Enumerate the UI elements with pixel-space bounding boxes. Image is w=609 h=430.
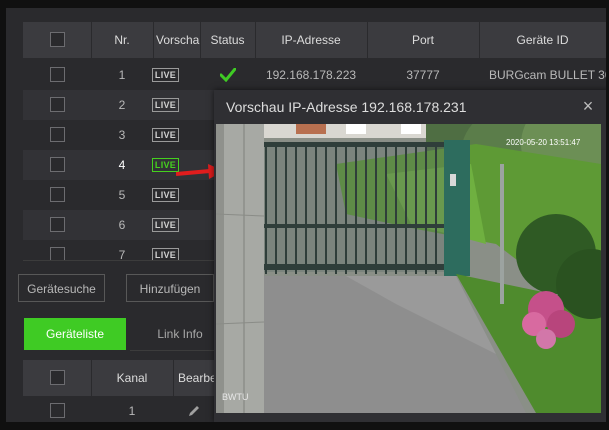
row-checkbox[interactable] (50, 247, 65, 260)
device-manager-window: Nr. Vorschau Status IP-Adresse Port Gerä… (6, 8, 606, 422)
row-checkbox[interactable] (50, 127, 65, 142)
camera-video-feed: 2020-05-20 13:51:47 BWTU (216, 124, 601, 413)
live-preview-button[interactable]: LIVE (152, 128, 179, 142)
row-ip: 192.168.178.223 (265, 68, 357, 82)
row-device-id: BURGcam BULLET 30 (489, 68, 606, 82)
row-port: 37777 (406, 68, 440, 82)
col-ip: IP-Adresse (281, 33, 341, 47)
col-kanal: Kanal (116, 371, 148, 385)
col-nr: Nr. (114, 33, 130, 47)
col-device-id: Geräte ID (516, 33, 569, 47)
select-all-channels-checkbox[interactable] (50, 370, 65, 385)
tab-device-list[interactable]: Geräteliste (24, 318, 126, 350)
live-preview-button[interactable]: LIVE (152, 188, 179, 202)
video-timestamp: 2020-05-20 13:51:47 (506, 138, 581, 147)
close-icon[interactable]: × (577, 94, 599, 118)
channel-kanal: 1 (128, 404, 136, 418)
select-all-checkbox[interactable] (50, 32, 65, 47)
live-preview-button[interactable]: LIVE (152, 218, 179, 232)
channel-row-checkbox[interactable] (50, 403, 65, 418)
add-device-button[interactable]: Hinzufügen (126, 274, 214, 302)
pencil-icon[interactable] (187, 396, 207, 422)
live-preview-button[interactable]: LIVE (152, 248, 179, 260)
row-checkbox[interactable] (50, 67, 65, 82)
col-status: Status (210, 33, 245, 47)
col-vorschau: Vorschau (156, 33, 200, 47)
device-search-button[interactable]: Gerätesuche (18, 274, 105, 302)
row-checkbox[interactable] (50, 157, 65, 172)
live-preview-button[interactable]: LIVE (152, 98, 179, 112)
row-checkbox[interactable] (50, 187, 65, 202)
row-nr: 3 (118, 128, 126, 142)
row-nr: 7 (118, 248, 126, 260)
live-preview-button-active[interactable]: LIVE (152, 158, 179, 172)
status-ok-icon (200, 60, 255, 90)
preview-title: Vorschau IP-Adresse 192.168.178.231 (226, 99, 467, 115)
col-port: Port (411, 33, 434, 47)
row-nr: 4 (118, 158, 126, 172)
video-channel-label: BWTU (222, 392, 249, 402)
row-nr: 1 (118, 68, 126, 82)
row-nr: 6 (118, 218, 126, 232)
row-checkbox[interactable] (50, 217, 65, 232)
row-nr: 5 (118, 188, 126, 202)
table-row[interactable]: 1 LIVE 192.168.178.223 37777 BURGcam BUL… (23, 60, 606, 90)
preview-dialog: Vorschau IP-Adresse 192.168.178.231 × 20… (214, 90, 606, 422)
row-nr: 2 (118, 98, 126, 112)
row-checkbox[interactable] (50, 97, 65, 112)
device-table-header: Nr. Vorschau Status IP-Adresse Port Gerä… (23, 22, 606, 58)
live-preview-button[interactable]: LIVE (152, 68, 179, 82)
